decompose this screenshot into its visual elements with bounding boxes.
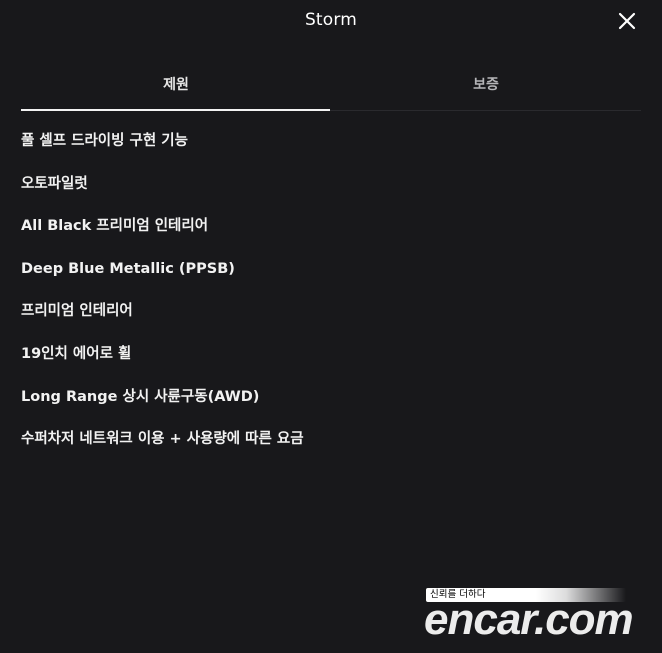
- list-item: 프리미엄 인테리어: [21, 303, 133, 320]
- feature-list: 풀 셀프 드라이빙 구현 기능 오토파일럿 All Black 프리미엄 인테리…: [21, 120, 641, 461]
- tab-specs[interactable]: 제원: [21, 62, 331, 108]
- close-button[interactable]: [618, 12, 636, 30]
- list-item: 오토파일럿: [21, 175, 88, 192]
- close-icon: [618, 12, 636, 30]
- list-item: 수퍼차저 네트워크 이용 + 사용량에 따른 요금: [21, 431, 304, 448]
- modal-header: Storm: [0, 0, 662, 44]
- list-item: Long Range 상시 사륜구동(AWD): [21, 388, 260, 405]
- modal-title: Storm: [304, 10, 358, 30]
- watermark-logo: encar.com: [424, 595, 634, 644]
- list-item: 19인치 에어로 휠: [21, 345, 132, 362]
- active-tab-indicator: [21, 109, 330, 111]
- option-modal: Storm 제원 보증 풀 셀프 드라이빙 구현 기능 오토파일럿 All Bl…: [0, 0, 662, 653]
- list-item: Deep Blue Metallic (PPSB): [21, 260, 235, 277]
- list-item: All Black 프리미엄 인테리어: [21, 218, 209, 235]
- tab-bar: 제원 보증: [21, 62, 641, 111]
- list-item: 풀 셀프 드라이빙 구현 기능: [21, 133, 188, 149]
- encar-watermark: 신뢰를 더하다 encar.com: [420, 585, 662, 653]
- tab-warranty[interactable]: 보증: [331, 62, 641, 108]
